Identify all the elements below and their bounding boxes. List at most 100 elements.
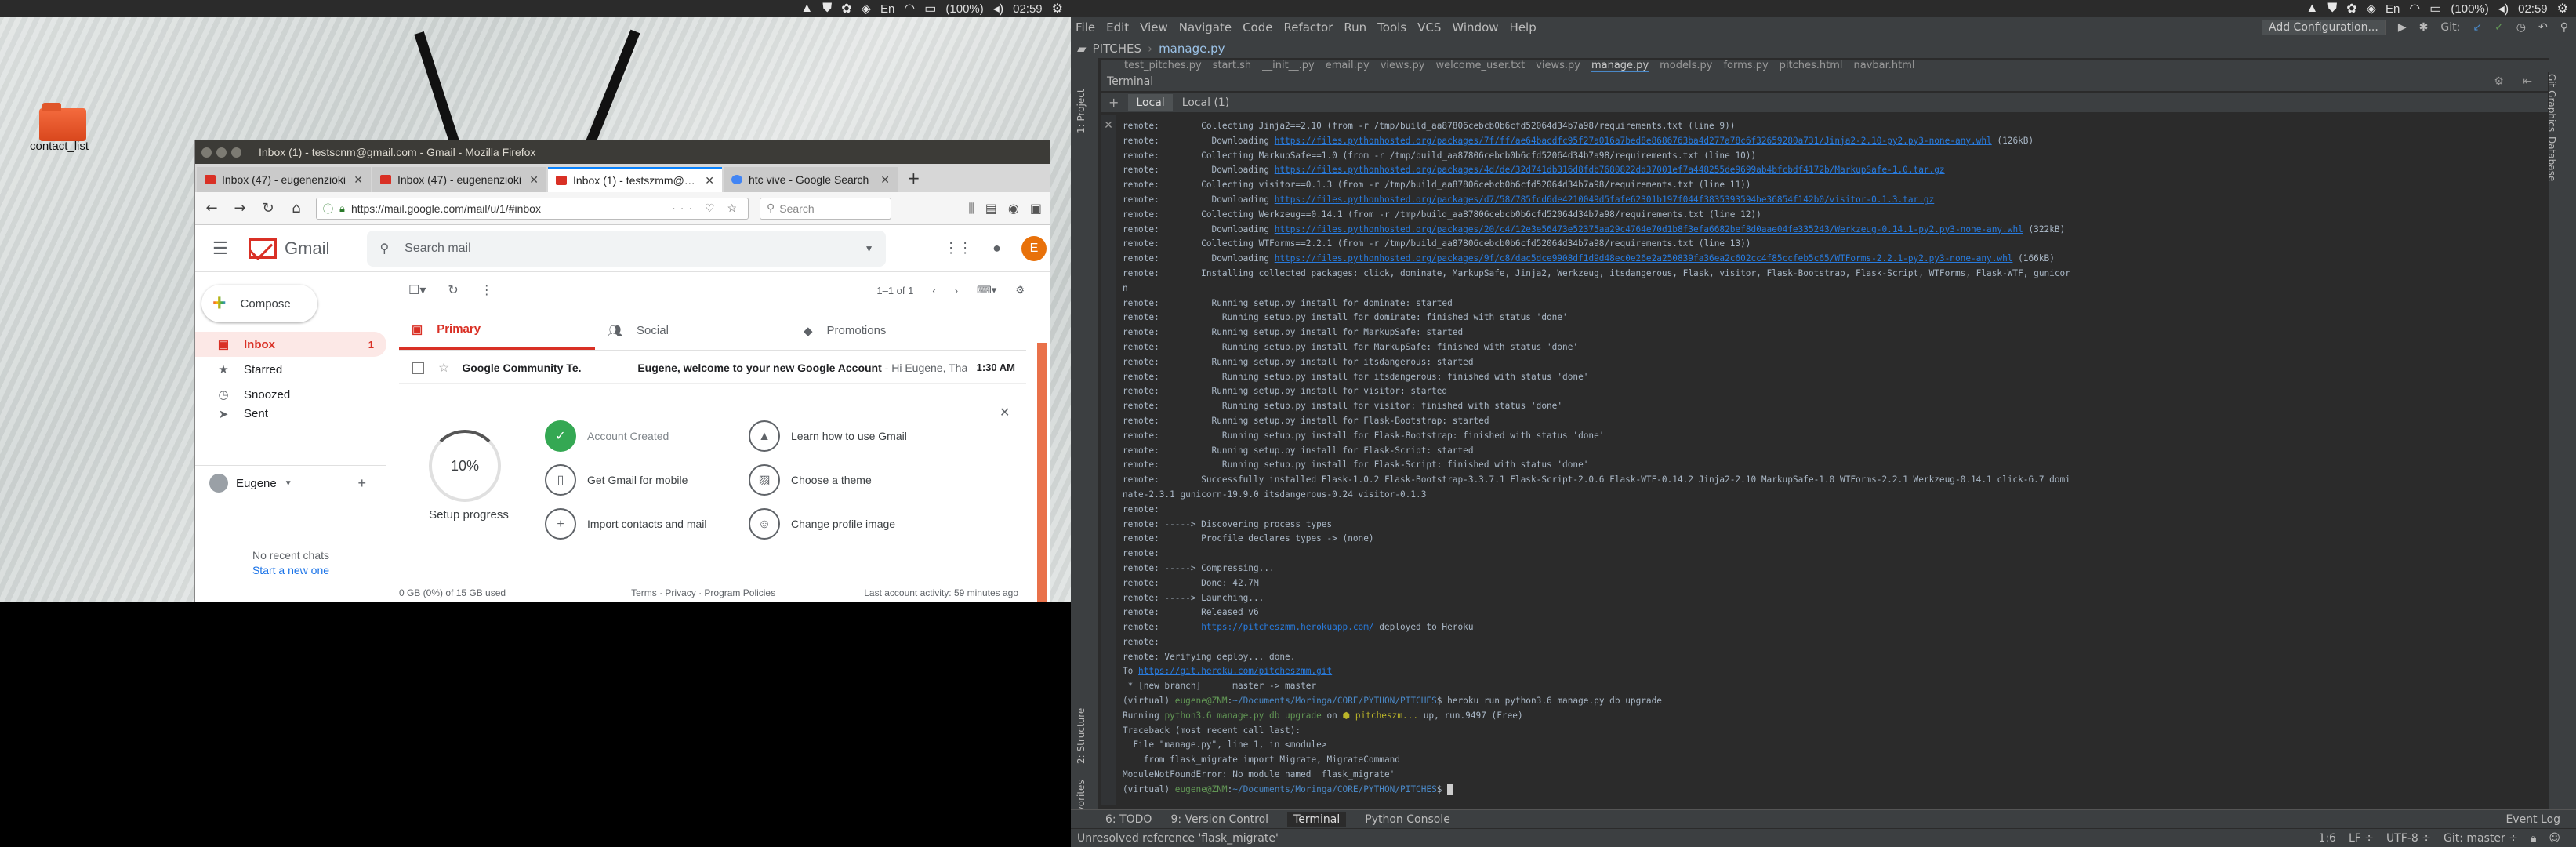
pocket-icon[interactable]: ◉: [1008, 201, 1019, 216]
shield-icon[interactable]: ⛊: [2327, 2, 2337, 16]
sidebar-item-inbox[interactable]: ▣ Inbox 1: [195, 332, 386, 357]
table-row[interactable]: ☆ Google Community Te. Eugene, welcome t…: [399, 352, 1026, 384]
network-icon[interactable]: ▲: [2306, 2, 2318, 16]
tab-todo[interactable]: 6: TODO: [1105, 813, 1152, 826]
wifi-icon[interactable]: ◠: [2409, 1, 2420, 16]
forward-icon[interactable]: →: [231, 200, 249, 216]
tab-primary[interactable]: ▣ Primary: [399, 311, 595, 350]
volume-icon[interactable]: ◂): [993, 1, 1003, 16]
older-icon[interactable]: ‹: [932, 285, 935, 296]
new-tab-icon[interactable]: +: [899, 169, 928, 192]
folder-icon[interactable]: [39, 103, 86, 141]
menu-view[interactable]: View: [1135, 20, 1173, 35]
input-method[interactable]: En: [880, 2, 894, 16]
editor-tab[interactable]: pitches.html: [1780, 60, 1843, 72]
editor-tab[interactable]: models.py: [1660, 60, 1712, 72]
extension-icon[interactable]: ▣: [1030, 201, 1042, 216]
tool-git-graphics[interactable]: Git Graphics: [2546, 74, 2557, 132]
clock[interactable]: 02:59: [1013, 2, 1043, 16]
tool-database[interactable]: Database: [2546, 136, 2557, 181]
newer-icon[interactable]: ›: [955, 285, 958, 296]
refresh-icon[interactable]: ↻: [448, 282, 458, 298]
git-branch[interactable]: Git: master ÷: [2444, 832, 2518, 845]
menu-vcs[interactable]: VCS: [1413, 20, 1446, 35]
network-icon[interactable]: ▲: [800, 2, 813, 16]
event-log-button[interactable]: Event Log: [2505, 813, 2576, 826]
terminal-link[interactable]: https://git.heroku.com/pitcheszmm.git: [1138, 666, 1332, 676]
menu-refactor[interactable]: Refactor: [1279, 20, 1337, 35]
tab-social[interactable]: 👥︎ Social: [595, 311, 791, 350]
terminal-link[interactable]: https://files.pythonhosted.org/packages/…: [1275, 136, 1992, 146]
tool-project[interactable]: 1: Project: [1076, 89, 1087, 133]
setup-item-learn[interactable]: ▲ Learn how to use Gmail: [749, 420, 921, 452]
setup-item-mobile[interactable]: ▯ Get Gmail for mobile: [545, 464, 717, 496]
revert-icon[interactable]: ↶: [2538, 21, 2548, 34]
library-icon[interactable]: ⫼: [968, 201, 974, 216]
panel-settings-icon[interactable]: ⚙ ⇤: [2494, 75, 2548, 88]
terminal-link[interactable]: https://files.pythonhosted.org/packages/…: [1275, 253, 2013, 264]
menu-window[interactable]: Window: [1447, 20, 1503, 35]
editor-tab[interactable]: welcome_user.txt: [1435, 60, 1525, 72]
input-method[interactable]: En: [2386, 2, 2400, 16]
gear-icon[interactable]: ⚙: [1052, 1, 1063, 16]
browser-search-box[interactable]: ⚲ Search: [760, 197, 891, 220]
minimize-window-button[interactable]: [216, 147, 227, 158]
settings-icon[interactable]: ✿: [2346, 1, 2356, 16]
setup-item-profile[interactable]: ☺ Change profile image: [749, 508, 921, 540]
close-tab-icon[interactable]: ✕: [880, 173, 890, 187]
editor-tab[interactable]: __init__.py: [1262, 60, 1315, 72]
more-icon[interactable]: ⋮: [481, 282, 493, 298]
reload-icon[interactable]: ↻: [259, 200, 277, 216]
terminal-link[interactable]: https://files.pythonhosted.org/packages/…: [1275, 194, 1935, 205]
git-commit-icon[interactable]: ✓: [2494, 21, 2504, 34]
history-icon[interactable]: ◷: [2516, 21, 2526, 34]
notifications-icon[interactable]: ●: [992, 240, 1001, 256]
dropbox-icon[interactable]: ◈: [862, 1, 871, 16]
battery-icon[interactable]: ▭: [924, 1, 936, 16]
inspector-icon[interactable]: ☺: [2549, 832, 2560, 845]
line-separator[interactable]: LF ÷: [2349, 832, 2374, 845]
debug-icon[interactable]: ✱: [2419, 21, 2429, 34]
close-tab-icon[interactable]: ✕: [354, 173, 363, 187]
cursor-position[interactable]: 1:6: [2318, 832, 2336, 845]
terminal-output[interactable]: remote: Collecting Jinja2==2.10 (from -r…: [1118, 115, 2548, 805]
clock[interactable]: 02:59: [2518, 2, 2548, 16]
star-icon[interactable]: ☆: [438, 360, 449, 376]
close-tab-icon[interactable]: ✕: [529, 173, 539, 187]
browser-tab[interactable]: Inbox (47) - eugenenzioki ✕: [372, 167, 546, 192]
sidebar-item-starred[interactable]: ★ Starred: [195, 357, 386, 382]
close-tab-icon[interactable]: ✕: [705, 174, 714, 187]
menu-code[interactable]: Code: [1238, 20, 1277, 35]
editor-tab-active[interactable]: manage.py: [1591, 60, 1649, 72]
search-icon[interactable]: ⚲: [2560, 21, 2568, 34]
file-encoding[interactable]: UTF-8 ÷: [2386, 832, 2431, 845]
mail-search-input[interactable]: ⚲ Search mail ▼: [367, 230, 887, 267]
footer-links[interactable]: Terms · Privacy · Program Policies: [631, 587, 775, 598]
menu-edit[interactable]: Edit: [1101, 20, 1134, 35]
editor-tab[interactable]: navbar.html: [1854, 60, 1915, 72]
settings-icon[interactable]: ✿: [841, 1, 851, 16]
menu-file[interactable]: File: [1071, 20, 1100, 35]
info-icon[interactable]: ⓘ: [323, 201, 333, 216]
terminal-link[interactable]: https://files.pythonhosted.org/packages/…: [1275, 224, 2023, 234]
start-chat-link[interactable]: Start a new one: [195, 563, 386, 578]
select-checkbox-icon[interactable]: ☐▾: [408, 282, 426, 298]
menu-run[interactable]: Run: [1339, 20, 1371, 35]
close-window-button[interactable]: [201, 147, 212, 158]
browser-tab[interactable]: htc vive - Google Search ✕: [724, 167, 898, 192]
gear-icon[interactable]: ⚙: [2557, 1, 2568, 16]
breadcrumb-project[interactable]: PITCHES: [1093, 42, 1142, 56]
editor-tab[interactable]: forms.py: [1723, 60, 1768, 72]
battery-icon[interactable]: ▭: [2429, 1, 2441, 16]
home-icon[interactable]: ⌂: [288, 200, 305, 216]
sidebar-item-snoozed[interactable]: ◷ Snoozed: [195, 382, 386, 407]
search-icon[interactable]: ⚲: [379, 241, 389, 256]
setup-item-theme[interactable]: ▨ Choose a theme: [749, 464, 921, 496]
terminal-tab-local-1[interactable]: Local (1): [1174, 94, 1238, 111]
new-terminal-icon[interactable]: +: [1101, 96, 1127, 109]
dropbox-icon[interactable]: ◈: [2367, 1, 2376, 16]
editor-tab[interactable]: email.py: [1326, 60, 1370, 72]
menu-tools[interactable]: Tools: [1373, 20, 1411, 35]
terminal-tab-local[interactable]: Local: [1128, 93, 1173, 111]
browser-tab[interactable]: Inbox (47) - eugenenzioki ✕: [197, 167, 371, 192]
